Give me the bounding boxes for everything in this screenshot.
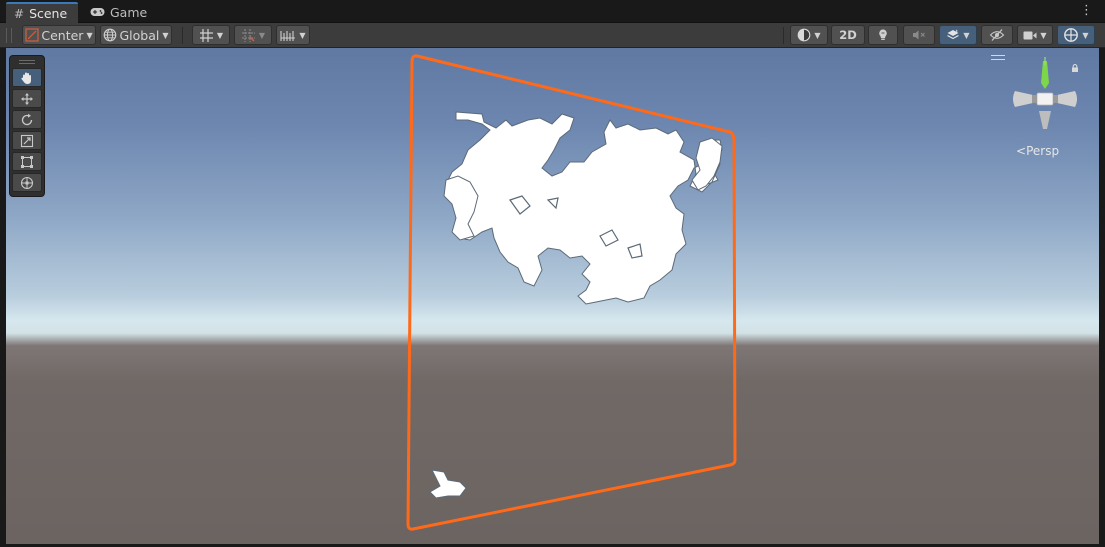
tools-grip[interactable] <box>19 60 35 64</box>
gizmo-center-cube[interactable] <box>1036 92 1054 106</box>
move-tool-button[interactable] <box>12 89 42 108</box>
hand-tool-button[interactable] <box>12 68 42 87</box>
gizmo-x-pos-cone[interactable] <box>1057 91 1077 107</box>
rotate-tool-button[interactable] <box>12 110 42 129</box>
scene-objects <box>406 54 737 531</box>
texture-blob-right <box>691 137 723 191</box>
tools-overlay <box>9 55 45 197</box>
texture-clouds[interactable] <box>429 111 723 499</box>
texture-blob-main <box>445 111 723 305</box>
projection-label: Persp <box>1026 144 1060 158</box>
rect-tool-button[interactable] <box>12 152 42 171</box>
scale-icon <box>20 134 34 147</box>
move-arrows-icon <box>21 92 33 105</box>
transform-tool-button[interactable] <box>12 173 42 192</box>
gizmo-menu-icon[interactable] <box>991 55 1005 60</box>
hand-icon <box>21 72 31 84</box>
rect-transform-icon <box>21 155 33 168</box>
persp-chevron-icon: < <box>1016 144 1027 158</box>
gizmo-x-neg-cone[interactable] <box>1013 91 1033 107</box>
texture-blob-small <box>429 469 467 499</box>
scale-tool-button[interactable] <box>12 131 42 150</box>
gizmo-y-neg-cone[interactable] <box>1039 111 1051 129</box>
rotate-icon <box>21 113 33 125</box>
projection-toggle[interactable]: <Persp <box>1016 144 1059 158</box>
gizmo-y-axis-cone[interactable] <box>1041 61 1049 89</box>
transform-icon <box>20 176 34 189</box>
